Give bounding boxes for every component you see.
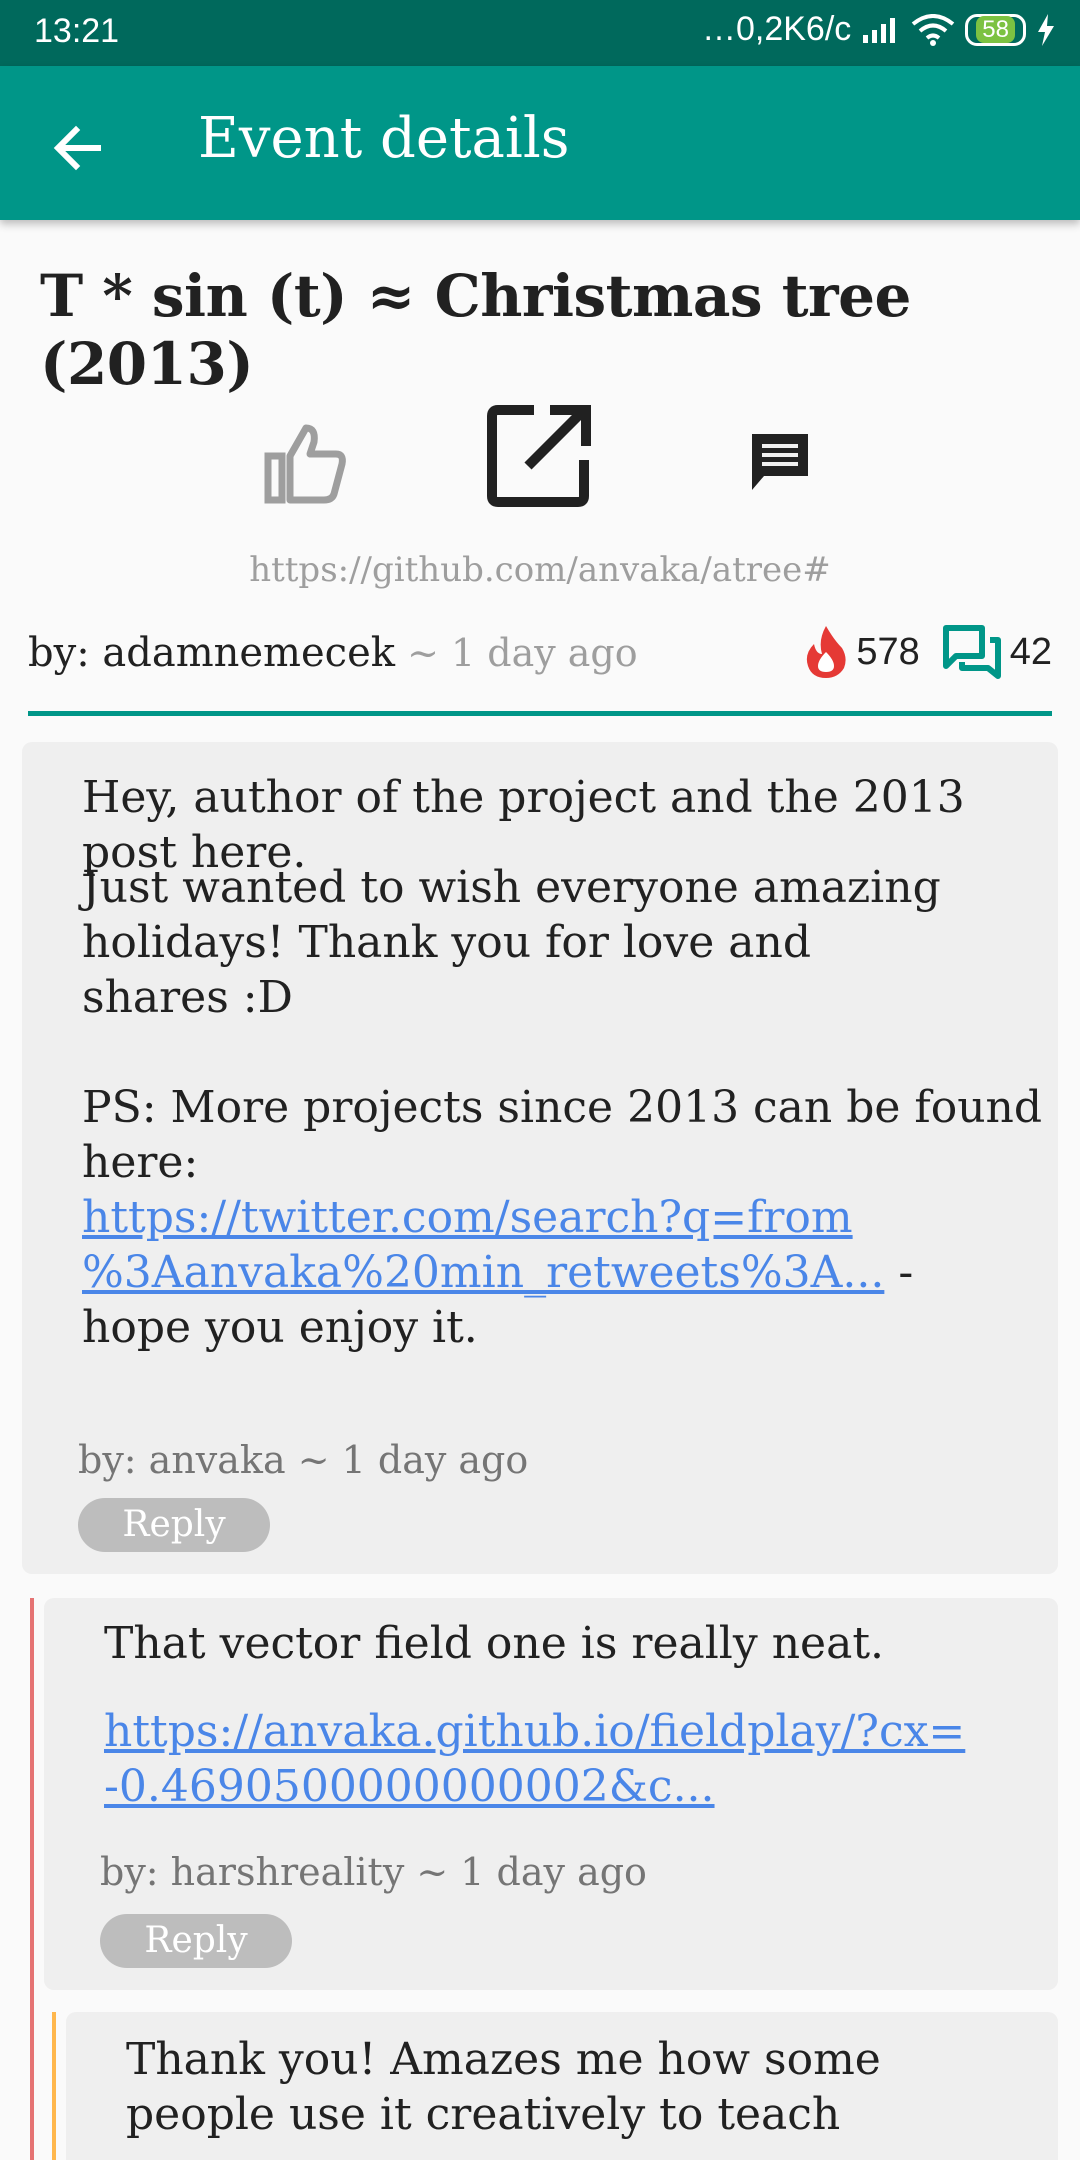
reply-button[interactable]: Reply [78, 1498, 270, 1552]
thread-line [30, 1598, 34, 2160]
forum-icon[interactable] [942, 624, 1002, 680]
comment-link[interactable]: %3Aanvaka%20min_retweets%3A... [82, 1247, 884, 1298]
app-bar: Event details [0, 66, 1080, 220]
comment-line: hope you enjoy it. [82, 1302, 478, 1353]
post-time: ~ 1 day ago [394, 631, 638, 675]
comment-card: Thank you! Amazes me how some people use… [66, 2012, 1058, 2160]
thumb-up-icon[interactable] [262, 420, 350, 508]
fire-icon [807, 626, 846, 678]
comment-link[interactable]: https://anvaka.github.io/fieldplay/?cx= [104, 1704, 965, 1759]
comment-line: shares :D [82, 972, 293, 1023]
comment-icon[interactable] [748, 430, 812, 494]
comment-line: here: [82, 1137, 199, 1188]
reply-button[interactable]: Reply [100, 1914, 292, 1968]
comment-card: That vector field one is really neat. ht… [44, 1598, 1058, 1990]
status-bar: 13:21 …0,2K6/c 58 [0, 0, 1080, 66]
post-score: 578 [856, 630, 920, 673]
wifi-icon [912, 13, 955, 46]
post-actions [0, 400, 1080, 520]
post-meta: by: adamnemecek ~ 1 day ago 578 42 [28, 624, 1052, 694]
battery-level: 58 [976, 15, 1015, 43]
open-in-new-icon[interactable] [484, 400, 596, 512]
comment-line: holidays! Thank you for love and [82, 917, 812, 968]
comment-paragraph: https://anvaka.github.io/fieldplay/?cx= … [104, 1704, 965, 1814]
comment-meta: by: harshreality ~ 1 day ago [100, 1850, 647, 1894]
post-url[interactable]: https://github.com/anvaka/atree# [0, 550, 1080, 590]
divider [28, 711, 1052, 716]
comment-paragraph: Thank you! Amazes me how some people use… [126, 2032, 881, 2142]
status-time: 13:21 [34, 12, 120, 50]
status-indicators: …0,2K6/c 58 [702, 10, 1056, 49]
signal-icon [863, 17, 896, 43]
comment-paragraph: That vector field one is really neat. [104, 1618, 884, 1669]
post-comment-count: 42 [1009, 630, 1052, 673]
post-stats: 578 42 [804, 624, 1052, 680]
page-title: Event details [198, 106, 570, 171]
comment-card: Hey, author of the project and the 2013 … [22, 742, 1058, 1574]
battery-indicator: 58 [965, 13, 1026, 46]
post-author[interactable]: by: adamnemecek [28, 630, 395, 676]
back-arrow-icon[interactable] [48, 118, 108, 178]
charging-icon [1038, 13, 1054, 46]
comment-paragraph: PS: More projects since 2013 can be foun… [82, 1080, 1042, 1355]
thread-line [52, 2012, 56, 2160]
comment-paragraph: Just wanted to wish everyone amazing hol… [82, 860, 941, 1025]
comment-link[interactable]: -0.4690500000000002&c... [104, 1759, 965, 1814]
comment-line: PS: More projects since 2013 can be foun… [82, 1082, 1043, 1133]
network-speed: …0,2K6/c [701, 10, 852, 48]
comment-text: - [884, 1247, 914, 1298]
post-author-line: by: adamnemecek ~ 1 day ago [28, 630, 638, 676]
comment-line: Just wanted to wish everyone amazing [82, 862, 941, 913]
comment-line: Thank you! Amazes me how some [126, 2034, 881, 2085]
comment-line: people use it creatively to teach [126, 2089, 841, 2140]
post-title: T * sin (t) ≈ Christmas tree (2013) [40, 262, 911, 398]
comment-meta: by: anvaka ~ 1 day ago [78, 1438, 529, 1482]
comment-link[interactable]: https://twitter.com/search?q=from [82, 1190, 1042, 1245]
